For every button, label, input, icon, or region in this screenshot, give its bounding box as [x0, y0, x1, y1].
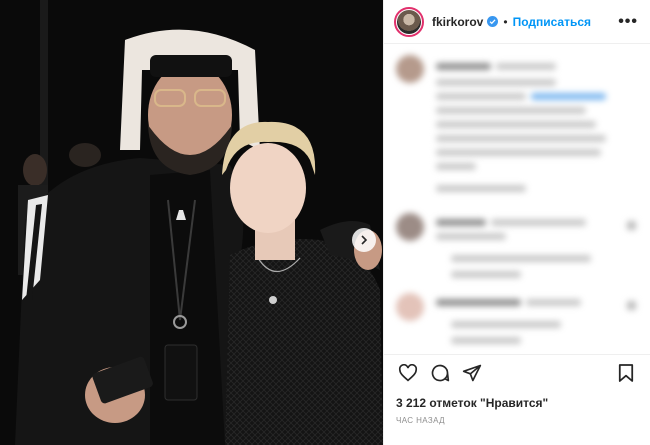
next-photo-button[interactable] [352, 228, 376, 252]
post-header: fkirkorov • Подписаться ••• [384, 0, 650, 44]
post-timestamp[interactable]: ЧАС НАЗАД [396, 416, 445, 425]
caption-avatar [396, 55, 424, 83]
save-button[interactable] [614, 361, 638, 385]
comment-button[interactable] [428, 361, 452, 385]
verified-badge-icon [487, 16, 499, 27]
chevron-right-icon [361, 235, 368, 245]
comment-icon [431, 364, 450, 381]
post-photo[interactable] [0, 0, 383, 445]
follow-button[interactable]: Подписаться [513, 15, 591, 29]
share-button[interactable] [460, 361, 484, 385]
post-photo-image [0, 0, 383, 445]
post-side-panel: fkirkorov • Подписаться ••• 3 212 отмето… [383, 0, 650, 445]
author-avatar[interactable] [394, 6, 424, 37]
heart-icon [398, 363, 418, 381]
like-button[interactable] [396, 361, 420, 385]
send-icon [462, 364, 482, 381]
likes-count[interactable]: 3 212 отметок "Нравится" [396, 396, 548, 410]
comment-avatar [396, 213, 424, 241]
post-actions [384, 354, 650, 390]
bookmark-icon [618, 363, 634, 382]
header-separator: • [503, 14, 508, 29]
comment-avatar [396, 293, 424, 321]
author-username[interactable]: fkirkorov [432, 15, 483, 29]
comments-list [384, 45, 650, 350]
more-options-button[interactable]: ••• [618, 13, 638, 31]
